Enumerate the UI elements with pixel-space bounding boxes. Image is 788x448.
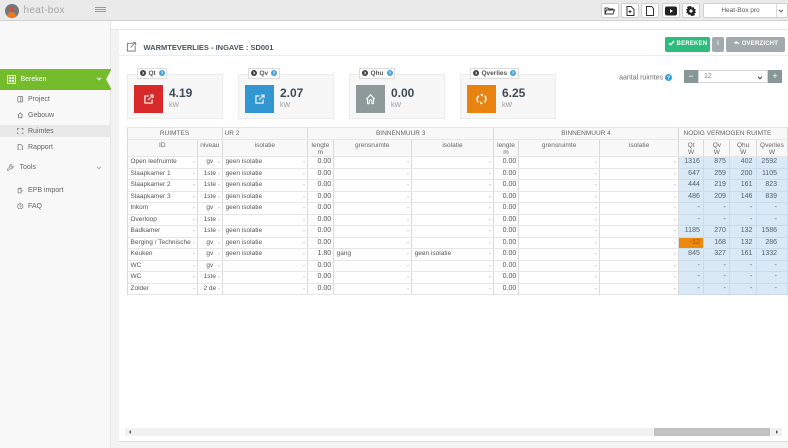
svg-text:?: ? bbox=[667, 75, 670, 81]
svg-text:?: ? bbox=[160, 71, 163, 76]
svg-text:?: ? bbox=[273, 71, 276, 76]
svg-text:?: ? bbox=[388, 71, 391, 76]
svg-text:?: ? bbox=[512, 71, 515, 76]
